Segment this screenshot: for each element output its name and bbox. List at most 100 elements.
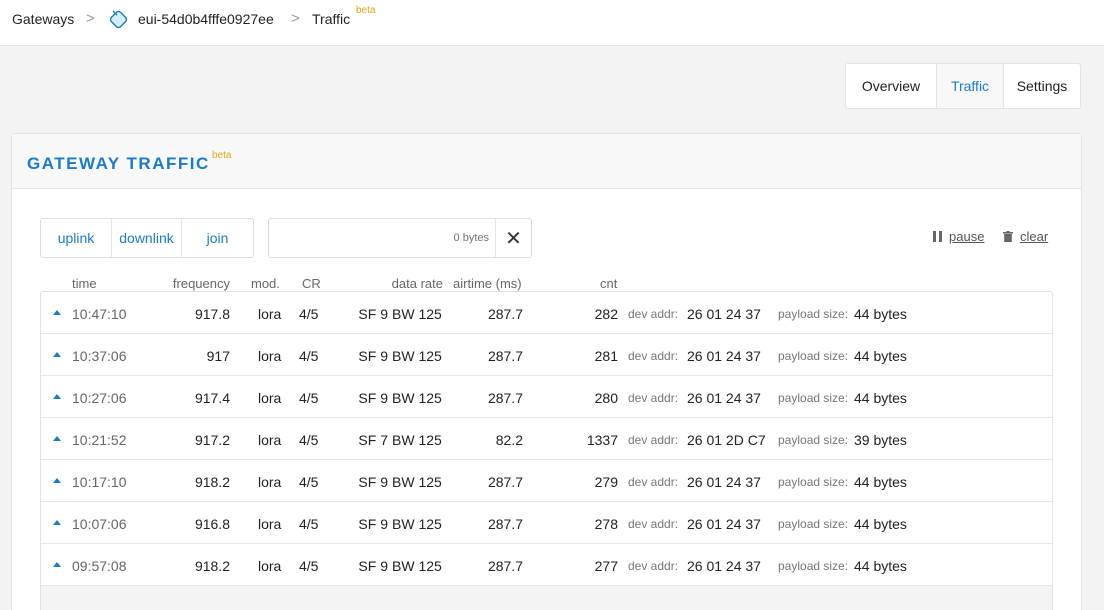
tab-traffic[interactable]: Traffic [936,64,1003,108]
mod-cell: lora [258,516,282,532]
uplink-arrow-icon [53,352,61,357]
tab-bar: Overview Traffic Settings [845,63,1081,109]
dev-addr-label: dev addr: [628,391,679,405]
bw-cell: BW 125 [392,516,442,532]
uplink-arrow-icon [53,478,61,483]
tab-overview[interactable]: Overview [846,64,936,108]
time-cell: 10:21:52 [72,432,127,448]
bw-cell: BW 125 [392,306,442,322]
bw-cell: BW 125 [392,474,442,490]
downlink-filter-button[interactable]: downlink [111,219,181,257]
panel-title: GATEWAY TRAFFIC [27,154,210,173]
payload-filter: ✕ [268,218,532,258]
airtime-cell: 287.7 [487,474,523,490]
payload-size-value: 44 bytes [854,390,907,406]
gateway-icon [109,10,128,29]
cnt-cell: 277 [594,558,618,574]
payload-size-label: payload size: [778,517,849,531]
uplink-arrow-icon [53,310,61,315]
payload-size-value: 44 bytes [854,474,907,490]
uplink-arrow-icon [53,562,61,567]
frequency-cell: 916.8 [194,516,230,532]
frequency-cell: 917.4 [194,390,230,406]
table-row[interactable]: 10:17:10 918.2 lora 4/5 SF 9 BW 125 287.… [41,460,1052,502]
cr-cell: 4/5 [299,306,319,322]
payload-size-value: 39 bytes [854,432,907,448]
beta-badge: beta [356,5,376,16]
join-filter-button[interactable]: join [181,219,253,257]
gateway-traffic-panel: GATEWAY TRAFFIC beta uplink downlink joi… [11,133,1082,610]
cr-cell: 4/5 [299,390,319,406]
uplink-filter-button[interactable]: uplink [41,219,111,257]
mod-cell: lora [258,348,282,364]
uplink-arrow-icon [53,520,61,525]
payload-size-label: payload size: [778,475,849,489]
dev-addr-value: 26 01 24 37 [687,516,761,532]
cnt-cell: 279 [594,474,618,490]
frequency-cell: 918.2 [194,558,230,574]
dev-addr-value: 26 01 2D C7 [687,432,766,448]
dev-addr-value: 26 01 24 37 [687,306,761,322]
mod-cell: lora [258,474,282,490]
sf-cell: SF 9 [358,516,388,532]
table-row[interactable]: 10:27:06 917.4 lora 4/5 SF 9 BW 125 287.… [41,376,1052,418]
sf-cell: SF 9 [358,306,388,322]
table-row[interactable]: 10:21:52 917.2 lora 4/5 SF 7 BW 125 82.2… [41,418,1052,460]
cr-cell: 4/5 [299,516,319,532]
pause-button[interactable]: pause [933,229,984,244]
airtime-cell: 82.2 [495,432,523,448]
sf-cell: SF 9 [358,558,388,574]
time-cell: 10:47:10 [72,306,127,322]
cr-cell: 4/5 [299,474,319,490]
frequency-cell: 917.8 [194,306,230,322]
clear-button[interactable]: clear [1003,229,1048,244]
time-cell: 09:57:08 [72,558,127,574]
dev-addr-label: dev addr: [628,517,679,531]
mod-cell: lora [258,432,282,448]
dev-addr-label: dev addr: [628,307,679,321]
cnt-cell: 278 [594,516,618,532]
cnt-cell: 282 [594,306,618,322]
breadcrumb-gateways-link[interactable]: Gateways [12,11,74,27]
pause-icon [933,231,942,242]
time-cell: 10:37:06 [72,348,127,364]
panel-header: GATEWAY TRAFFIC beta [12,134,1081,189]
message-type-filter: uplink downlink join [40,218,254,258]
cr-cell: 4/5 [299,558,319,574]
airtime-cell: 287.7 [487,390,523,406]
payload-size-value: 44 bytes [854,306,907,322]
tab-settings[interactable]: Settings [1003,64,1080,108]
payload-size-value: 44 bytes [854,558,907,574]
chevron-right-icon: > [291,10,300,27]
mod-cell: lora [258,306,282,322]
close-icon[interactable]: ✕ [495,219,531,257]
breadcrumb-gateway-id-link[interactable]: eui-54d0b4fffe0927ee [138,11,274,27]
breadcrumb: Gateways > eui-54d0b4fffe0927ee > Traffi… [0,0,1104,46]
payload-filter-input[interactable] [269,219,497,257]
payload-size-label: payload size: [778,307,849,321]
chevron-right-icon: > [86,10,95,27]
dev-addr-value: 26 01 24 37 [687,390,761,406]
column-header-cnt: cnt [600,276,618,291]
dev-addr-label: dev addr: [628,559,679,573]
bw-cell: BW 125 [392,348,442,364]
sf-cell: SF 7 [358,432,388,448]
clear-label: clear [1020,229,1049,244]
payload-size-label: payload size: [778,433,849,447]
payload-size-label: payload size: [778,391,849,405]
table-row[interactable]: 10:47:10 917.8 lora 4/5 SF 9 BW 125 287.… [41,292,1052,334]
time-cell: 10:27:06 [72,390,127,406]
dev-addr-label: dev addr: [628,433,679,447]
column-header-airtime: airtime (ms) [453,276,522,291]
sf-cell: SF 9 [358,474,388,490]
table-row[interactable]: 09:57:08 918.2 lora 4/5 SF 9 BW 125 287.… [41,544,1052,586]
table-row[interactable]: 10:07:06 916.8 lora 4/5 SF 9 BW 125 287.… [41,502,1052,544]
column-header-frequency: frequency [172,276,230,291]
airtime-cell: 287.7 [487,558,523,574]
payload-size-value: 44 bytes [854,516,907,532]
table-row[interactable]: 10:37:06 917 lora 4/5 SF 9 BW 125 287.7 … [41,334,1052,376]
cr-cell: 4/5 [299,348,319,364]
mod-cell: lora [258,390,282,406]
column-header-cr: CR [302,276,321,291]
dev-addr-label: dev addr: [628,475,679,489]
